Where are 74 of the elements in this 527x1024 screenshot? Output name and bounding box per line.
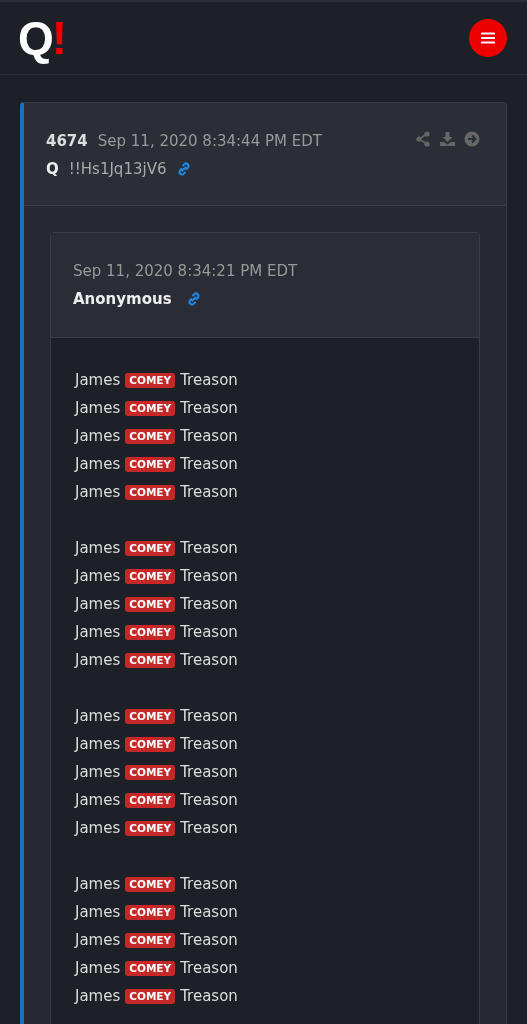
post-text: James <box>75 538 121 559</box>
name-tag: COMEY <box>125 624 176 640</box>
name-tag: COMEY <box>125 708 176 724</box>
name-tag: COMEY <box>125 932 176 948</box>
arrow-circle-icon[interactable] <box>464 131 480 147</box>
link-icon[interactable] <box>185 291 202 307</box>
name-tag: COMEY <box>125 652 176 668</box>
name-tag: COMEY <box>125 960 176 976</box>
post-text: James <box>75 454 121 475</box>
tripcode: !!Hs1Jq13jV6 <box>68 159 167 180</box>
post-text: James <box>75 818 121 839</box>
post-number: 4674 <box>46 131 88 152</box>
post-text: James <box>75 930 121 951</box>
menu-button[interactable] <box>469 19 507 57</box>
post-text: James <box>75 482 121 503</box>
post-text: James <box>75 874 121 895</box>
post-text: Treason <box>180 958 238 979</box>
name-tag: COMEY <box>125 736 176 752</box>
post-text: James <box>75 370 121 391</box>
post-text: Treason <box>180 482 238 503</box>
post-text: Treason <box>180 706 238 727</box>
post-text: James <box>75 650 121 671</box>
post-text: Treason <box>180 790 238 811</box>
post-text: Treason <box>180 454 238 475</box>
post-text: James <box>75 566 121 587</box>
post-text: Treason <box>180 986 238 1007</box>
post-text: Treason <box>180 594 238 615</box>
post-text: Treason <box>180 538 238 559</box>
name-tag: COMEY <box>125 568 176 584</box>
name-tag: COMEY <box>125 904 176 920</box>
name-tag: COMEY <box>125 820 176 836</box>
post-text: Treason <box>180 762 238 783</box>
post-text: James <box>75 790 121 811</box>
menu-icon <box>481 32 495 44</box>
post-text: James <box>75 594 121 615</box>
post-text: James <box>75 958 121 979</box>
name-tag: COMEY <box>125 484 176 500</box>
name-tag: COMEY <box>125 540 176 556</box>
post-text: Treason <box>180 650 238 671</box>
download-icon[interactable] <box>439 131 456 147</box>
quoted-timestamp: Sep 11, 2020 8:34:21 PM EDT <box>73 261 298 282</box>
post-timestamp: Sep 11, 2020 8:34:44 PM EDT <box>97 131 322 152</box>
post-text: James <box>75 734 121 755</box>
post-text: Treason <box>180 566 238 587</box>
name-tag: COMEY <box>125 400 176 416</box>
name-tag: COMEY <box>125 428 176 444</box>
quoted-author: Anonymous <box>73 289 172 310</box>
post-text: Treason <box>180 818 238 839</box>
post-text: Treason <box>180 930 238 951</box>
post-text: James <box>75 706 121 727</box>
name-tag: COMEY <box>125 456 176 472</box>
post-text: Treason <box>180 902 238 923</box>
post-text: James <box>75 986 121 1007</box>
name-tag: COMEY <box>125 764 176 780</box>
post-text: Treason <box>180 622 238 643</box>
name-tag: COMEY <box>125 596 176 612</box>
name-tag: COMEY <box>125 792 176 808</box>
name-tag: COMEY <box>125 988 176 1004</box>
author-name: Q <box>46 159 59 180</box>
post-text: Treason <box>180 874 238 895</box>
post-text: Treason <box>180 734 238 755</box>
link-icon[interactable] <box>176 161 193 177</box>
post-text: James <box>75 762 121 783</box>
logo-exclamation: ! <box>51 15 68 61</box>
post-text: James <box>75 426 121 447</box>
post-text: Treason <box>180 370 238 391</box>
post-text: Treason <box>180 398 238 419</box>
post-text: James <box>75 902 121 923</box>
name-tag: COMEY <box>125 372 176 388</box>
post-text: James <box>75 622 121 643</box>
post-text: Treason <box>180 426 238 447</box>
name-tag: COMEY <box>125 876 176 892</box>
post-text: James <box>75 398 121 419</box>
share-icon[interactable] <box>415 131 431 147</box>
